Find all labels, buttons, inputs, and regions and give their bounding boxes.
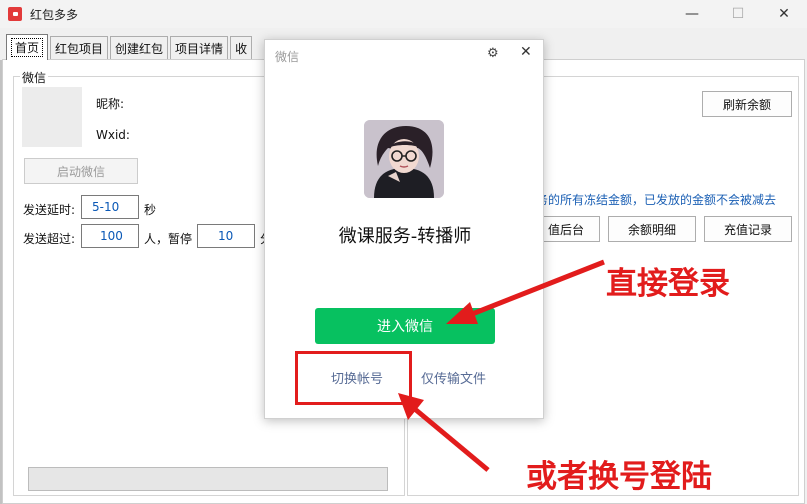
enter-wechat-button[interactable]: 进入微信	[315, 308, 495, 344]
gear-icon[interactable]: ⚙	[487, 46, 499, 61]
tab-strip: 首页 红包项目 创建红包 项目详情 收	[6, 34, 254, 60]
title-bar: 红包多多 — ☐ ✕	[0, 0, 807, 28]
progress-bar	[28, 467, 388, 491]
tab-home[interactable]: 首页	[6, 34, 49, 60]
send-over-unit: 人，暂停	[144, 232, 193, 246]
app-icon	[8, 7, 22, 21]
tab-red-packet-projects[interactable]: 红包项目	[50, 36, 109, 60]
switch-login-annotation: 或者换号登陆	[526, 459, 712, 495]
close-button[interactable]: ✕	[761, 0, 807, 28]
switch-account-highlight-box	[295, 351, 412, 405]
account-name: 微课服务-转播师	[338, 226, 472, 247]
direct-login-annotation: 直接登录	[606, 266, 730, 302]
tab-project-details[interactable]: 项目详情	[170, 36, 229, 60]
portrait-illustration	[364, 120, 444, 198]
minimize-button[interactable]: —	[669, 0, 715, 28]
recharge-record-button[interactable]: 充值记录	[704, 216, 792, 242]
send-over-input[interactable]: 100	[81, 224, 139, 248]
maximize-button[interactable]: ☐	[715, 0, 761, 28]
balance-detail-button[interactable]: 余额明细	[608, 216, 696, 242]
tab-create-red-packet[interactable]: 创建红包	[110, 36, 169, 60]
nickname-label: 昵称:	[96, 97, 125, 111]
wechat-group-legend: 微信	[20, 69, 49, 86]
wxid-label: Wxid:	[96, 128, 130, 142]
balance-note: 务的所有冻结金额，已发放的金额不会被减去	[536, 193, 777, 207]
refresh-balance-button[interactable]: 刷新余额	[702, 91, 792, 117]
account-avatar	[364, 120, 444, 198]
tab-more[interactable]: 收	[230, 36, 253, 60]
window-title: 红包多多	[30, 7, 79, 22]
dialog-title: 微信	[275, 50, 300, 64]
send-delay-label: 发送延时:	[23, 203, 76, 217]
send-delay-input[interactable]: 5-10	[81, 195, 139, 219]
pause-minutes-input[interactable]: 10	[197, 224, 255, 248]
file-transfer-link[interactable]: 仅传输文件	[421, 368, 486, 387]
send-delay-unit: 秒	[144, 203, 157, 217]
dialog-close-icon[interactable]: ✕	[520, 44, 532, 60]
start-wechat-button[interactable]: 启动微信	[24, 158, 138, 184]
avatar	[22, 87, 82, 147]
send-over-label: 发送超过:	[23, 232, 76, 246]
